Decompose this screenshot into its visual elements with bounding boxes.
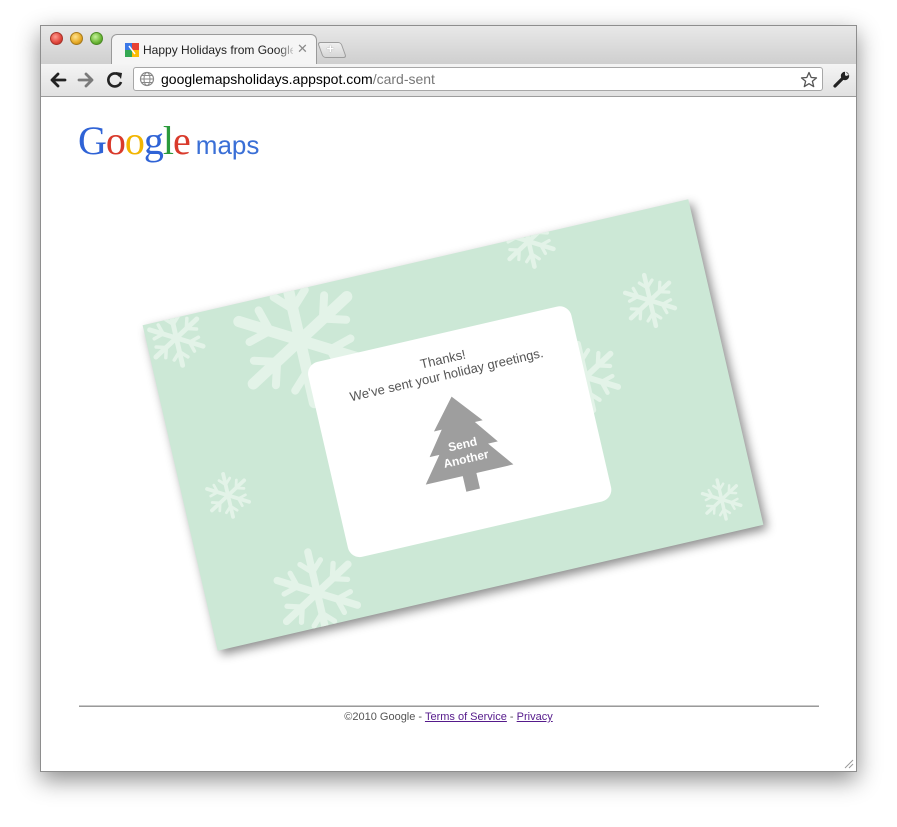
browser-tab[interactable]: Happy Holidays from Google Maps ✕ [111, 34, 317, 64]
page-content: Google maps Thanks! We've sent your holi… [41, 97, 856, 771]
tab-title: Happy Holidays from Google Maps [143, 43, 293, 57]
title-bar: Happy Holidays from Google Maps ✕ + [41, 26, 856, 64]
plus-icon: + [326, 41, 335, 56]
holiday-card: Thanks! We've sent your holiday greeting… [142, 199, 764, 651]
footer: ©2010 Google - Terms of Service - Privac… [41, 711, 856, 723]
copyright-text: ©2010 Google - [344, 711, 425, 723]
browser-toolbar: googlemapsholidays.appspot.com/card-sent [41, 64, 856, 97]
google-logo-text: Google [78, 118, 191, 163]
send-another-button[interactable]: Send Another [407, 385, 518, 507]
close-window-button[interactable] [50, 32, 63, 45]
back-arrow-icon[interactable] [49, 68, 67, 92]
reload-icon[interactable] [105, 68, 125, 92]
privacy-link[interactable]: Privacy [517, 711, 553, 723]
browser-window: Happy Holidays from Google Maps ✕ + goog… [40, 25, 857, 772]
forward-arrow-icon[interactable] [77, 68, 95, 92]
globe-icon [139, 71, 155, 87]
maps-logo-text: maps [195, 130, 260, 160]
wrench-icon[interactable] [832, 69, 852, 89]
new-tab-button[interactable]: + [317, 41, 347, 58]
minimize-window-button[interactable] [70, 32, 83, 45]
terms-of-service-link[interactable]: Terms of Service [425, 711, 507, 723]
address-bar[interactable]: googlemapsholidays.appspot.com/card-sent [133, 67, 823, 91]
footer-divider [79, 705, 819, 707]
url-text: googlemapsholidays.appspot.com/card-sent [161, 71, 435, 87]
zoom-window-button[interactable] [90, 32, 103, 45]
bookmark-star-icon[interactable] [800, 71, 818, 89]
google-maps-logo[interactable]: Google maps [78, 117, 260, 163]
google-maps-favicon-icon [125, 43, 139, 57]
footer-separator: - [506, 711, 517, 723]
close-tab-icon[interactable]: ✕ [297, 41, 308, 57]
resize-grip-icon[interactable] [842, 757, 854, 769]
